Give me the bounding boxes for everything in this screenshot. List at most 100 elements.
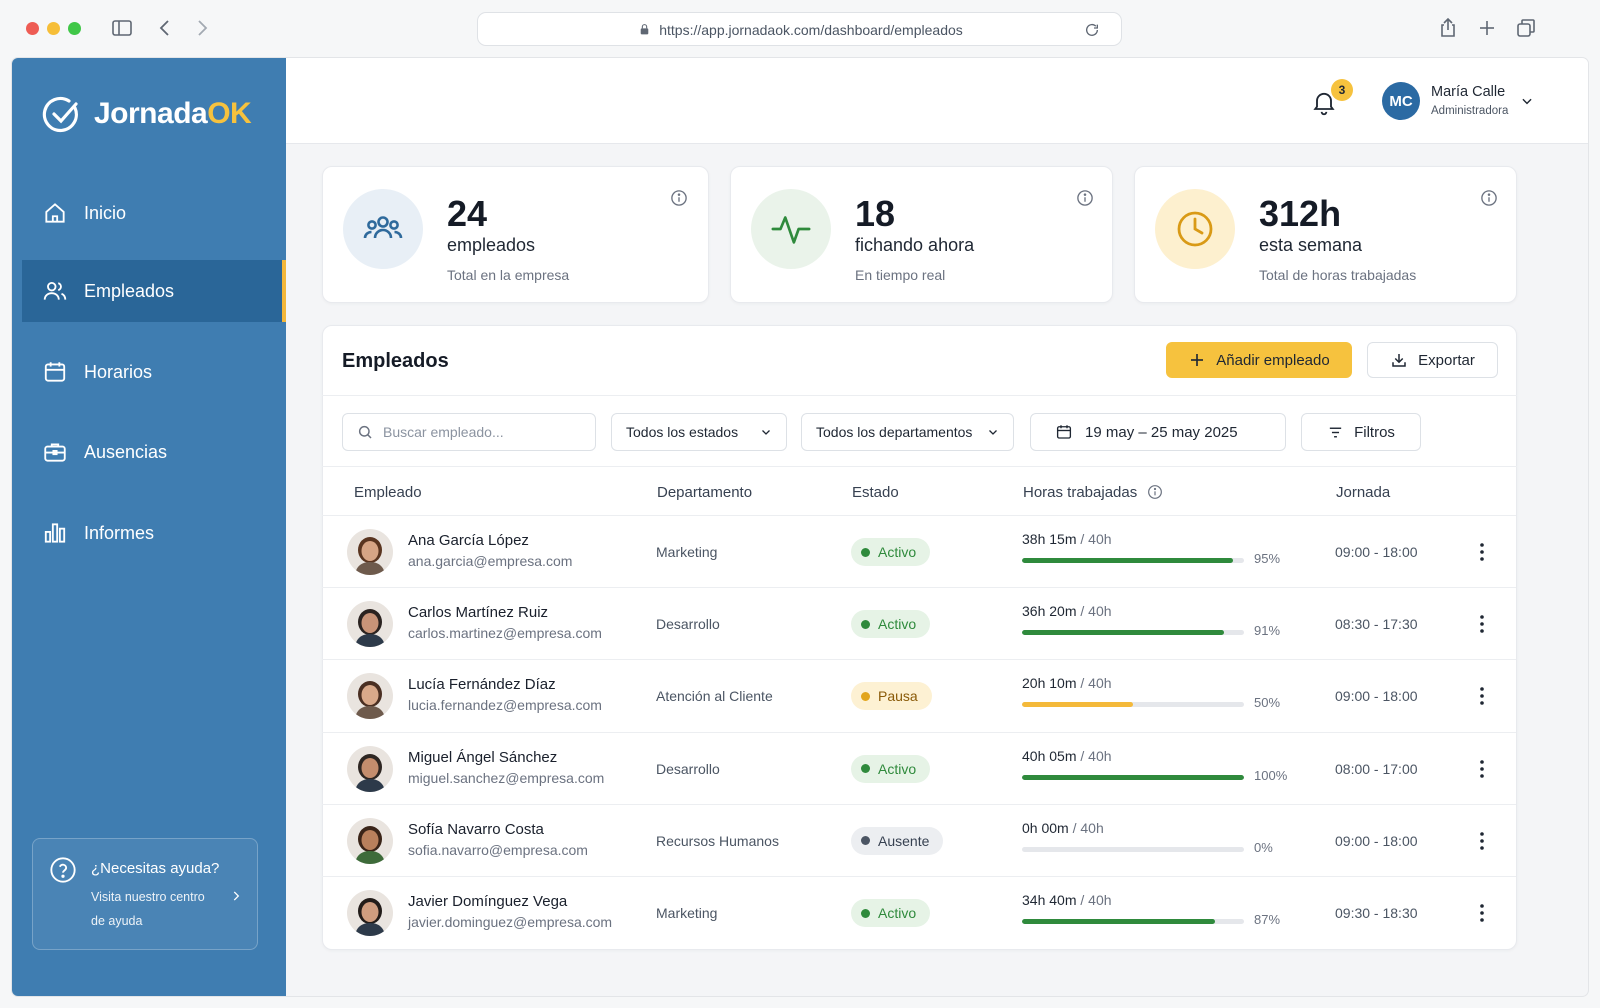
hours-worked: 38h 15m / 40h <box>1022 531 1112 547</box>
employee-schedule: 09:00 - 18:00 <box>1335 544 1418 560</box>
export-button[interactable]: Exportar <box>1367 342 1498 378</box>
sidebar-item-inicio[interactable]: Inicio <box>22 182 286 244</box>
add-employee-button[interactable]: Añadir empleado <box>1166 342 1352 378</box>
status-label: Activo <box>878 905 917 921</box>
add-employee-label: Añadir empleado <box>1216 351 1330 369</box>
address-bar[interactable]: https://app.jornadaok.com/dashboard/empl… <box>477 12 1122 46</box>
avatar[interactable] <box>347 890 393 936</box>
employee-name[interactable]: Miguel Ángel Sánchez <box>408 749 557 766</box>
search-input[interactable]: Buscar empleado... <box>342 413 596 451</box>
employee-name[interactable]: Carlos Martínez Ruiz <box>408 604 548 621</box>
employee-email: javier.dominguez@empresa.com <box>408 914 613 930</box>
table-row[interactable]: Sofía Navarro Costa sofia.navarro@empres… <box>322 803 1516 876</box>
info-icon[interactable] <box>670 189 688 207</box>
stat-label: empleados <box>447 235 536 255</box>
hours-percent: 0% <box>1254 839 1273 855</box>
column-header-department[interactable]: Departamento <box>657 484 752 501</box>
status-filter-select[interactable]: Todos los estados <box>611 413 787 451</box>
employee-photo <box>347 529 393 575</box>
avatar[interactable] <box>347 601 393 648</box>
status-badge: Activo <box>851 754 931 783</box>
avatar[interactable] <box>347 529 393 575</box>
hours-progress-bar <box>1022 558 1244 563</box>
employee-department: Atención al Cliente <box>656 688 773 705</box>
sidebar-item-empleados[interactable]: Empleados <box>22 260 286 322</box>
minimize-window-button[interactable] <box>47 22 60 35</box>
sidebar-item-informes[interactable]: Informes <box>22 502 286 564</box>
employee-name[interactable]: Lucía Fernández Díaz <box>408 676 556 693</box>
help-link-line1[interactable]: Visita nuestro centro <box>91 890 205 904</box>
table-row[interactable]: Carlos Martínez Ruiz carlos.martinez@emp… <box>322 587 1516 659</box>
department-filter-select[interactable]: Todos los departamentos <box>801 413 1014 451</box>
back-icon[interactable] <box>153 16 177 40</box>
sidebar-toggle-icon[interactable] <box>110 16 134 40</box>
table-row[interactable]: Lucía Fernández Díaz lucia.fernandez@emp… <box>322 659 1516 731</box>
employee-department: Marketing <box>656 544 718 560</box>
more-options-icon[interactable] <box>1472 829 1492 853</box>
date-range-picker[interactable]: 19 may – 25 may 2025 <box>1030 413 1286 451</box>
help-card[interactable]: ¿Necesitas ayuda? Visita nuestro centro … <box>32 838 258 950</box>
avatar[interactable] <box>347 745 393 792</box>
column-header-status[interactable]: Estado <box>852 484 899 501</box>
hours-progress-fill <box>1022 702 1133 708</box>
share-icon[interactable] <box>1436 16 1460 40</box>
avatar[interactable] <box>347 817 393 864</box>
filters-button[interactable]: Filtros <box>1301 413 1421 451</box>
employee-photo <box>347 817 393 864</box>
activity-icon-circle <box>751 189 831 269</box>
column-header-schedule[interactable]: Jornada <box>1336 484 1390 501</box>
forward-icon[interactable] <box>190 16 214 40</box>
hours-progress-bar <box>1022 702 1244 708</box>
hours-worked: 34h 40m / 40h <box>1022 892 1112 908</box>
brand-logo[interactable]: JornadaOK <box>42 90 252 138</box>
hours-worked: 40h 05m / 40h <box>1022 747 1112 764</box>
table-row[interactable]: Miguel Ángel Sánchez miguel.sanchez@empr… <box>322 731 1516 804</box>
user-role: Administradora <box>1431 105 1509 117</box>
close-window-button[interactable] <box>26 22 39 35</box>
tabs-overview-icon[interactable] <box>1514 16 1538 40</box>
employee-name[interactable]: Sofía Navarro Costa <box>408 821 544 838</box>
url-text[interactable]: https://app.jornadaok.com/dashboard/empl… <box>478 22 1123 38</box>
stat-subtitle: Total de horas trabajadas <box>1259 267 1417 283</box>
chevron-right-icon[interactable] <box>229 889 243 903</box>
lock-icon <box>640 24 649 35</box>
column-header-hours[interactable]: Horas trabajadas <box>1023 484 1163 501</box>
help-link-line2[interactable]: de ayuda <box>91 914 142 928</box>
sidebar-item-horarios[interactable]: Horarios <box>22 341 286 403</box>
info-icon[interactable] <box>1480 189 1498 207</box>
avatar[interactable]: MC <box>1382 82 1420 120</box>
hours-percent: 87% <box>1254 912 1281 927</box>
maximize-window-button[interactable] <box>68 22 81 35</box>
avatar[interactable] <box>347 673 393 720</box>
reload-icon[interactable] <box>1084 22 1100 38</box>
more-options-icon[interactable] <box>1472 612 1492 636</box>
new-tab-icon[interactable] <box>1475 16 1499 40</box>
stat-card-employees: 24 empleados Total en la empresa <box>322 166 709 303</box>
status-dot <box>861 908 870 918</box>
stat-value: 18 <box>855 193 896 234</box>
department-filter-value: Todos los departamentos <box>816 424 973 440</box>
employee-department: Desarrollo <box>656 616 720 633</box>
hours-progress-fill <box>1022 558 1233 563</box>
info-icon[interactable] <box>1076 189 1094 207</box>
table-row[interactable]: Ana García López ana.garcia@empresa.com … <box>322 515 1516 587</box>
employee-name[interactable]: Javier Domínguez Vega <box>408 893 567 910</box>
chevron-down-icon[interactable] <box>1520 94 1534 108</box>
status-dot <box>861 691 870 701</box>
user-name[interactable]: María Calle <box>1431 84 1505 100</box>
sidebar-item-ausencias[interactable]: Ausencias <box>22 421 286 483</box>
hours-value: 40h 05m <box>1022 747 1077 764</box>
employee-department: Desarrollo <box>656 760 720 777</box>
employee-name[interactable]: Ana García López <box>408 532 529 549</box>
info-icon[interactable] <box>1147 484 1163 500</box>
more-options-icon[interactable] <box>1472 901 1492 925</box>
help-icon <box>50 857 76 883</box>
status-badge: Activo <box>851 538 931 566</box>
more-options-icon[interactable] <box>1472 540 1492 564</box>
column-header-employee[interactable]: Empleado <box>354 484 422 501</box>
calendar-icon <box>44 362 66 382</box>
more-options-icon[interactable] <box>1472 757 1492 781</box>
hours-progress-fill <box>1022 919 1216 924</box>
more-options-icon[interactable] <box>1472 684 1492 708</box>
table-row[interactable]: Javier Domínguez Vega javier.dominguez@e… <box>322 876 1516 948</box>
